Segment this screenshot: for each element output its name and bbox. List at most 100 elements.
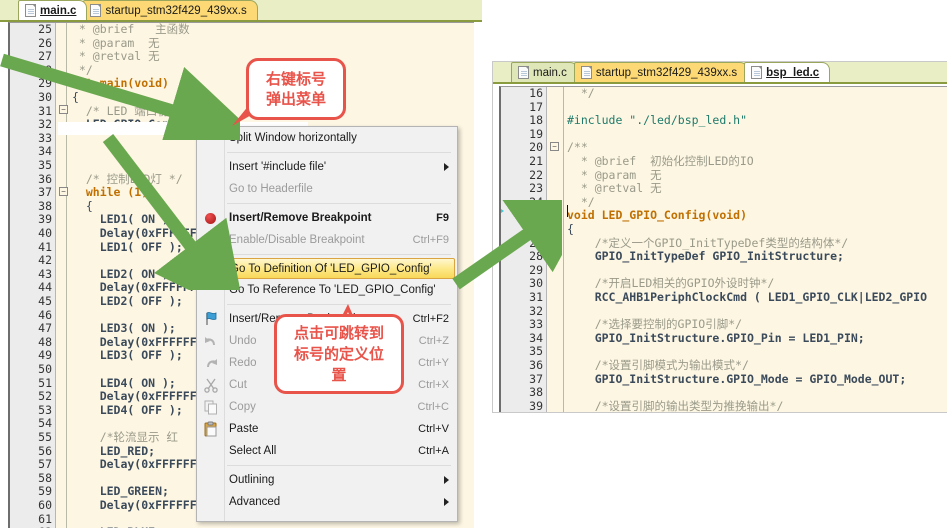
fold-marker[interactable]: − bbox=[550, 142, 559, 151]
menu-item-advanced[interactable]: Advanced bbox=[197, 491, 457, 513]
code-line: 34 GPIO_InitStructure.GPIO_Pin = LED1_PI… bbox=[501, 331, 947, 346]
tab-startup-stm32f429-439xx-s[interactable]: startup_stm32f429_439xx.s bbox=[573, 62, 749, 82]
redo-icon bbox=[203, 355, 219, 371]
tab-main-c[interactable]: main.c bbox=[511, 62, 578, 82]
line-number: 53 bbox=[38, 402, 52, 417]
line-number: 25 bbox=[529, 208, 543, 223]
tab-startup-stm32f429-439xx-s[interactable]: startup_stm32f429_439xx.s bbox=[83, 0, 258, 20]
menu-item-shortcut: Ctrl+F9 bbox=[412, 234, 449, 246]
line-text: */ bbox=[72, 62, 93, 77]
line-text: { bbox=[567, 222, 574, 236]
line-number: 36 bbox=[529, 358, 543, 372]
line-number: 18 bbox=[529, 113, 543, 128]
menu-item-label: Go To Definition Of 'LED_GPIO_Config' bbox=[230, 262, 432, 275]
menu-separator bbox=[227, 254, 451, 255]
line-number: 35 bbox=[529, 344, 543, 359]
menu-item-shortcut: Ctrl+Y bbox=[418, 357, 449, 369]
line-number: 37 bbox=[529, 371, 543, 386]
menu-item-shortcut: Ctrl+V bbox=[418, 423, 449, 435]
line-text: Delay(0xFFFFFF); bbox=[72, 457, 211, 472]
menu-item-go-to-headerfile: Go to Headerfile bbox=[197, 178, 457, 200]
line-text: Delay(0xFFFFFF); bbox=[72, 498, 211, 512]
text-caret bbox=[567, 205, 568, 217]
line-number: 31 bbox=[529, 290, 543, 304]
code-line: 20 /** bbox=[501, 141, 947, 155]
menu-item-go-to-reference-to-led-gpio-config[interactable]: Go To Reference To 'LED_GPIO_Config' bbox=[197, 279, 457, 301]
callout-line: 右键标号 bbox=[265, 70, 326, 88]
menu-item-label: Go to Headerfile bbox=[229, 183, 313, 195]
right-tab-strip[interactable]: main.c startup_stm32f429_439xx.s bsp_led.c bbox=[493, 62, 947, 84]
line-text: while (1) bbox=[72, 185, 149, 200]
line-number: 56 bbox=[38, 443, 52, 458]
menu-item-label: Insert/Remove Breakpoint bbox=[229, 212, 372, 224]
menu-item-shortcut: Ctrl+A bbox=[418, 445, 449, 457]
fold-marker[interactable]: − bbox=[59, 105, 68, 114]
line-number: 29 bbox=[38, 76, 52, 91]
bookmark-flag-icon bbox=[203, 311, 219, 327]
line-text: * @brief 初始化控制LED的IO bbox=[567, 154, 754, 168]
tab-main-c[interactable]: main.c bbox=[18, 0, 88, 20]
code-line: 28 GPIO_InitTypeDef GPIO_InitStructure; bbox=[501, 250, 947, 264]
submenu-arrow-icon bbox=[444, 163, 449, 171]
fold-marker[interactable]: − bbox=[550, 223, 559, 232]
line-number: 39 bbox=[529, 398, 543, 412]
menu-item-insert-include-file[interactable]: Insert '#include file' bbox=[197, 156, 457, 178]
file-icon bbox=[90, 4, 102, 17]
menu-item-label: Redo bbox=[229, 357, 257, 369]
code-line: 27 * @retval 无 bbox=[10, 50, 474, 64]
code-line: 36 /*设置引脚模式为输出模式*/ bbox=[501, 358, 947, 373]
code-line: 29 bbox=[501, 262, 947, 278]
line-number: 43 bbox=[38, 266, 52, 281]
line-text: LED_GREEN; bbox=[72, 484, 169, 499]
line-number: 26 bbox=[529, 222, 543, 236]
line-number: 21 bbox=[529, 154, 543, 168]
copy-icon bbox=[203, 399, 219, 415]
line-text: LED_RED; bbox=[72, 443, 156, 458]
right-code-area[interactable]: 16 */17 18 #include "./led/bsp_led.h" 19 20/… bbox=[499, 86, 947, 412]
line-number: 47 bbox=[38, 321, 52, 336]
fold-marker[interactable]: − bbox=[59, 187, 68, 196]
menu-item-label: Cut bbox=[229, 379, 247, 391]
tab-bsp-led-c[interactable]: bsp_led.c bbox=[744, 62, 831, 82]
menu-item-select-all[interactable]: Select All Ctrl+A bbox=[197, 440, 457, 462]
menu-item-paste[interactable]: Paste Ctrl+V bbox=[197, 418, 457, 440]
code-line: 26 * @param 无 bbox=[10, 35, 474, 51]
line-text: /** bbox=[567, 140, 588, 155]
line-number: 24 bbox=[529, 194, 543, 209]
line-text: Delay(0xFFFFFF); bbox=[72, 280, 211, 295]
line-text: /*轮流显示 红 bbox=[72, 430, 178, 444]
tab-label: startup_stm32f429_439xx.s bbox=[105, 4, 247, 17]
line-number: 26 bbox=[38, 35, 52, 50]
menu-item-label: Select All bbox=[229, 445, 277, 457]
menu-item-insert-remove-breakpoint[interactable]: Insert/Remove Breakpoint F9 bbox=[197, 207, 457, 229]
code-line: 39 /*设置引脚的输出类型为推挽输出*/ bbox=[501, 398, 947, 412]
line-number: 60 bbox=[38, 498, 52, 512]
line-number: 38 bbox=[529, 385, 543, 400]
line-text: { bbox=[72, 198, 93, 213]
line-text: GPIO_InitStructure.GPIO_Mode = GPIO_Mode… bbox=[567, 371, 907, 386]
line-number: 29 bbox=[529, 262, 543, 277]
menu-item-copy: Copy Ctrl+C bbox=[197, 396, 457, 418]
line-number: 33 bbox=[529, 317, 543, 332]
file-icon bbox=[580, 66, 592, 79]
menu-item-go-to-definition-of-led-gpio-config[interactable]: Go To Definition Of 'LED_GPIO_Config' bbox=[199, 258, 455, 279]
left-tab-strip[interactable]: main.c startup_stm32f429_439xx.s bbox=[0, 0, 482, 22]
line-text: LED2( OFF ); bbox=[72, 294, 183, 308]
line-text: /*选择要控制的GPIO引脚*/ bbox=[567, 317, 743, 332]
line-text: /*设置引脚模式为输出模式*/ bbox=[567, 358, 749, 372]
line-number: 16 bbox=[529, 86, 543, 100]
line-text: /* LED 端口初始化 */ bbox=[72, 103, 213, 118]
line-number: 25 bbox=[38, 22, 52, 36]
code-line: 17 bbox=[501, 100, 947, 115]
callout-line: 点击可跳转到 bbox=[293, 323, 384, 342]
code-line: 29 int main(void) bbox=[10, 77, 474, 91]
tab-label: main.c bbox=[40, 4, 77, 17]
file-icon bbox=[25, 4, 36, 17]
callout-line: 置 bbox=[331, 365, 347, 384]
line-text: LED3( ON ); bbox=[72, 321, 176, 336]
cut-icon bbox=[203, 377, 219, 393]
menu-item-outlining[interactable]: Outlining bbox=[197, 469, 457, 491]
code-line: 23 * @retval 无 bbox=[501, 182, 947, 196]
menu-item-shortcut: Ctrl+C bbox=[417, 401, 449, 413]
code-line: 30 /*开启LED相关的GPIO外设时钟*/ bbox=[501, 277, 947, 291]
